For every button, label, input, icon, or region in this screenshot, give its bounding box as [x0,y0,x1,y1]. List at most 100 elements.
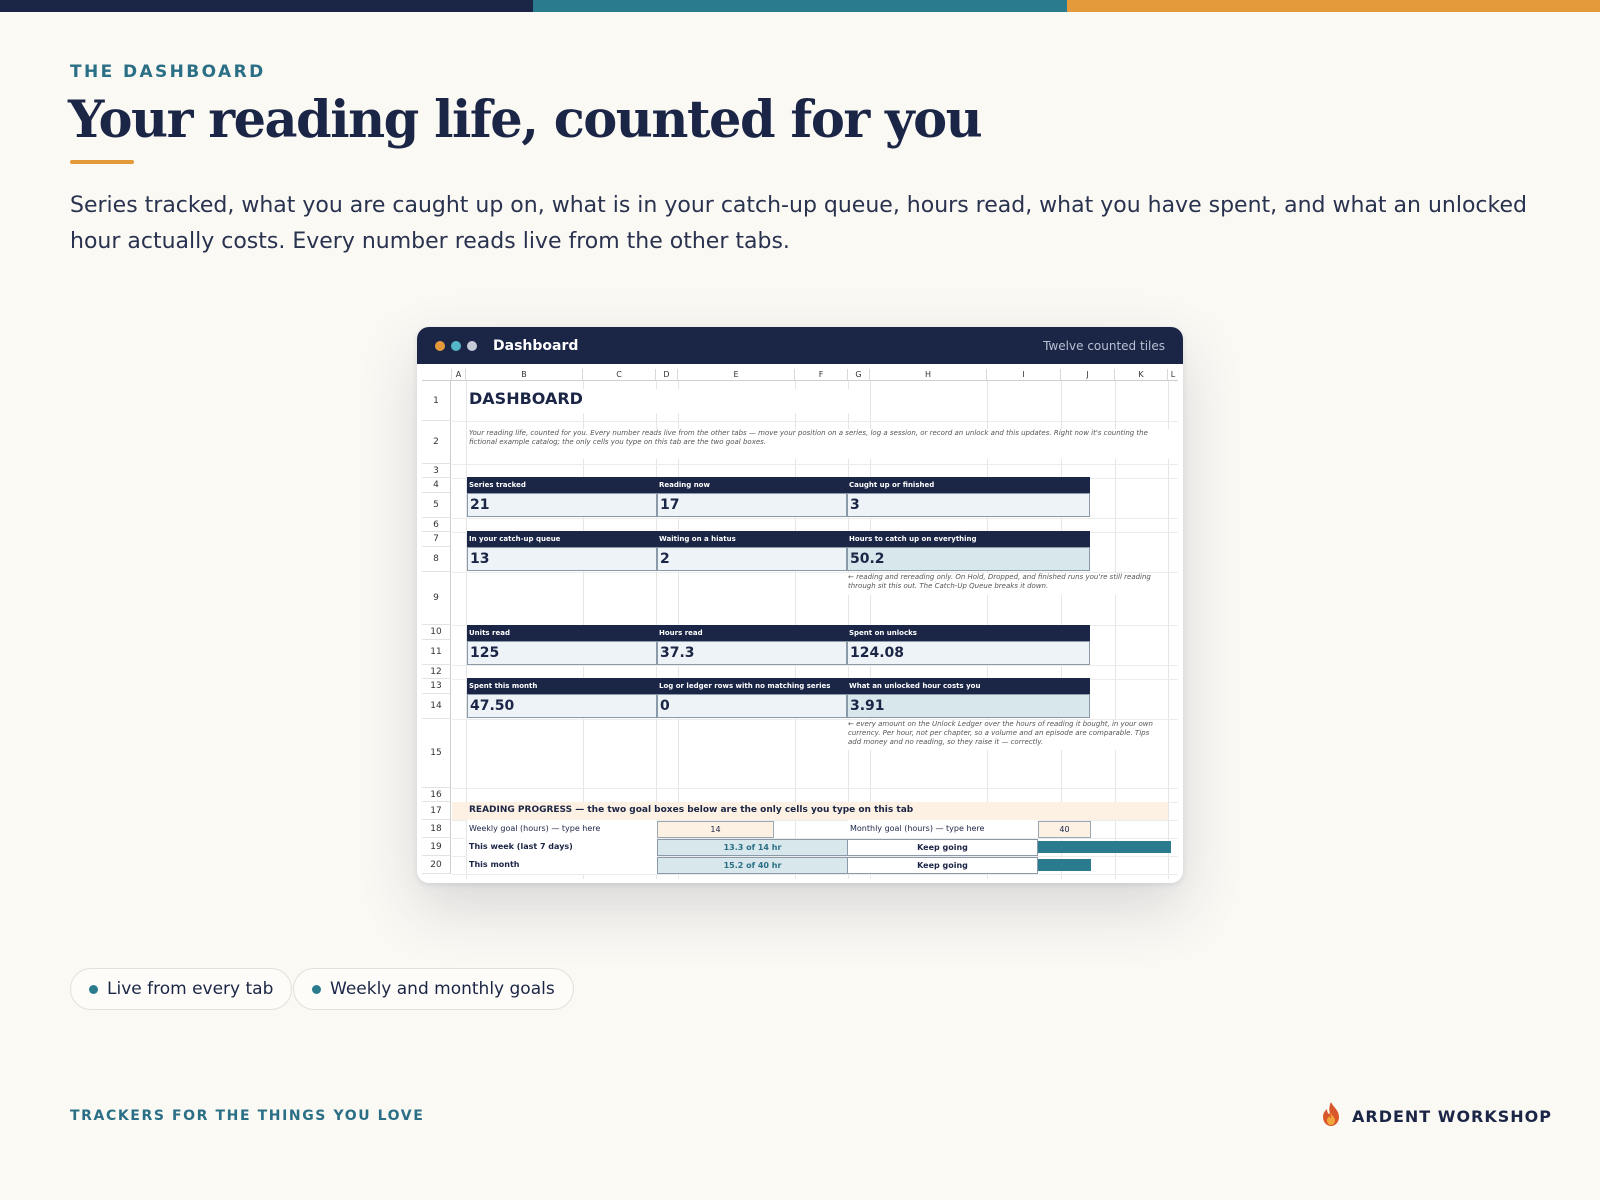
tile-label: Caught up or finished [847,477,1090,493]
gridline [452,788,1178,789]
row-number[interactable]: 14 [422,694,451,719]
sheet-intro[interactable]: Your reading life, counted for you. Ever… [469,429,1169,459]
weekly-goal-input[interactable]: 14 [657,821,774,838]
gridline [452,518,1178,519]
tile-value[interactable]: 2 [657,547,847,571]
column-header[interactable]: A [452,369,466,381]
row-number[interactable]: 7 [422,532,451,547]
gridline [452,421,1178,422]
week-progress-bar [1038,841,1171,853]
month-progress-bar [1038,859,1091,871]
top-bar-teal [533,0,1067,12]
window-header: Dashboard Twelve counted tiles [417,327,1183,364]
week-status[interactable]: Keep going [847,839,1038,856]
brand-logo[interactable]: ARDENT WORKSHOP [1320,1100,1552,1132]
column-header[interactable]: F [795,369,848,381]
bullet-dot-icon [312,984,321,994]
gray-dot-icon [467,340,477,351]
month-progress-value[interactable]: 15.2 of 40 hr [657,857,848,874]
column-header[interactable]: B [466,369,583,381]
tile-value[interactable]: 125 [467,641,657,665]
column-header[interactable]: H [870,369,987,381]
row-number[interactable]: 16 [422,788,451,802]
column-header[interactable]: I [987,369,1061,381]
hours-note[interactable]: ← reading and rereading only. On Hold, D… [848,573,1158,595]
top-bar-navy [0,0,534,12]
progress-header[interactable]: READING PROGRESS — the two goal boxes be… [452,802,1168,820]
feature-pill-live: Live from every tab [70,968,293,1010]
tile-label: Spent this month [467,678,657,694]
column-header[interactable]: L [1168,369,1178,381]
row-number[interactable]: 2 [422,421,451,464]
row-number[interactable]: 20 [422,856,451,874]
teal-dot-icon [451,340,461,351]
week-progress-value[interactable]: 13.3 of 14 hr [657,839,848,856]
title-underline [70,160,134,164]
spreadsheet: A B C D E F G H I J K L 1 2 3 4 5 6 7 8 … [422,369,1178,879]
sheet-title[interactable]: DASHBOARD [469,389,869,413]
pill-label: Live from every tab [107,979,274,999]
weekly-goal-label: Weekly goal (hours) — type here [467,820,657,838]
row-number[interactable]: 8 [422,547,451,572]
tile-value[interactable]: 0 [657,694,847,718]
monthly-goal-input[interactable]: 40 [1038,821,1091,838]
column-header[interactable]: K [1115,369,1168,381]
tile-label: Hours to catch up on everything [847,531,1090,547]
gridline [452,665,1178,666]
top-bar-orange [1066,0,1600,12]
row-number[interactable]: 3 [422,464,451,478]
row-number[interactable]: 10 [422,625,451,640]
tile-value[interactable]: 37.3 [657,641,847,665]
tile-value[interactable]: 21 [467,493,657,517]
column-header[interactable]: G [848,369,870,381]
footer-tagline: TRACKERS FOR THE THINGS YOU LOVE [70,1108,425,1124]
row-number[interactable]: 1 [422,381,451,421]
row-number[interactable]: 15 [422,719,451,788]
tile-value[interactable]: 3.91 [847,694,1090,718]
column-header[interactable]: D [656,369,678,381]
month-status[interactable]: Keep going [847,857,1038,874]
brand-name: ARDENT WORKSHOP [1352,1106,1552,1126]
column-header[interactable]: J [1061,369,1115,381]
tile-value[interactable]: 17 [657,493,847,517]
eyebrow: THE DASHBOARD [70,62,266,82]
row-number[interactable]: 13 [422,679,451,694]
tile-label: In your catch-up queue [467,531,657,547]
tile-label: Reading now [657,477,847,493]
dashboard-window: Dashboard Twelve counted tiles A B C D E… [417,327,1183,883]
corner-cell [422,369,452,381]
row-number[interactable]: 12 [422,665,451,679]
window-title: Dashboard [493,337,579,354]
page-title: Your reading life, counted for you [68,90,983,150]
row-number[interactable]: 11 [422,640,451,665]
column-header[interactable]: E [678,369,795,381]
column-header[interactable]: C [583,369,656,381]
tile-label: Spent on unlocks [847,625,1090,641]
tile-value[interactable]: 3 [847,493,1090,517]
gridline [452,874,1178,875]
cost-note[interactable]: ← every amount on the Unlock Ledger over… [848,720,1163,750]
row-number[interactable]: 5 [422,493,451,518]
tile-label: Log or ledger rows with no matching seri… [657,678,847,694]
tile-value[interactable]: 13 [467,547,657,571]
window-subtitle: Twelve counted tiles [1043,338,1165,353]
month-label: This month [467,856,657,874]
tile-value[interactable]: 124.08 [847,641,1090,665]
row-number[interactable]: 18 [422,820,451,838]
tile-label: Hours read [657,625,847,641]
row-number[interactable]: 9 [422,572,451,625]
top-color-bar [0,0,1600,12]
monthly-goal-label: Monthly goal (hours) — type here [848,820,1038,838]
row-number[interactable]: 19 [422,838,451,856]
pill-label: Weekly and monthly goals [330,979,555,999]
row-number[interactable]: 4 [422,478,451,493]
orange-dot-icon [435,340,445,351]
row-number[interactable]: 17 [422,802,451,820]
tile-label: Waiting on a hiatus [657,531,847,547]
row-number[interactable]: 6 [422,518,451,532]
feature-pill-goals: Weekly and monthly goals [293,968,574,1010]
tile-value[interactable]: 50.2 [847,547,1090,571]
tile-label: What an unlocked hour costs you [847,678,1090,694]
tile-value[interactable]: 47.50 [467,694,657,718]
tile-label: Units read [467,625,657,641]
